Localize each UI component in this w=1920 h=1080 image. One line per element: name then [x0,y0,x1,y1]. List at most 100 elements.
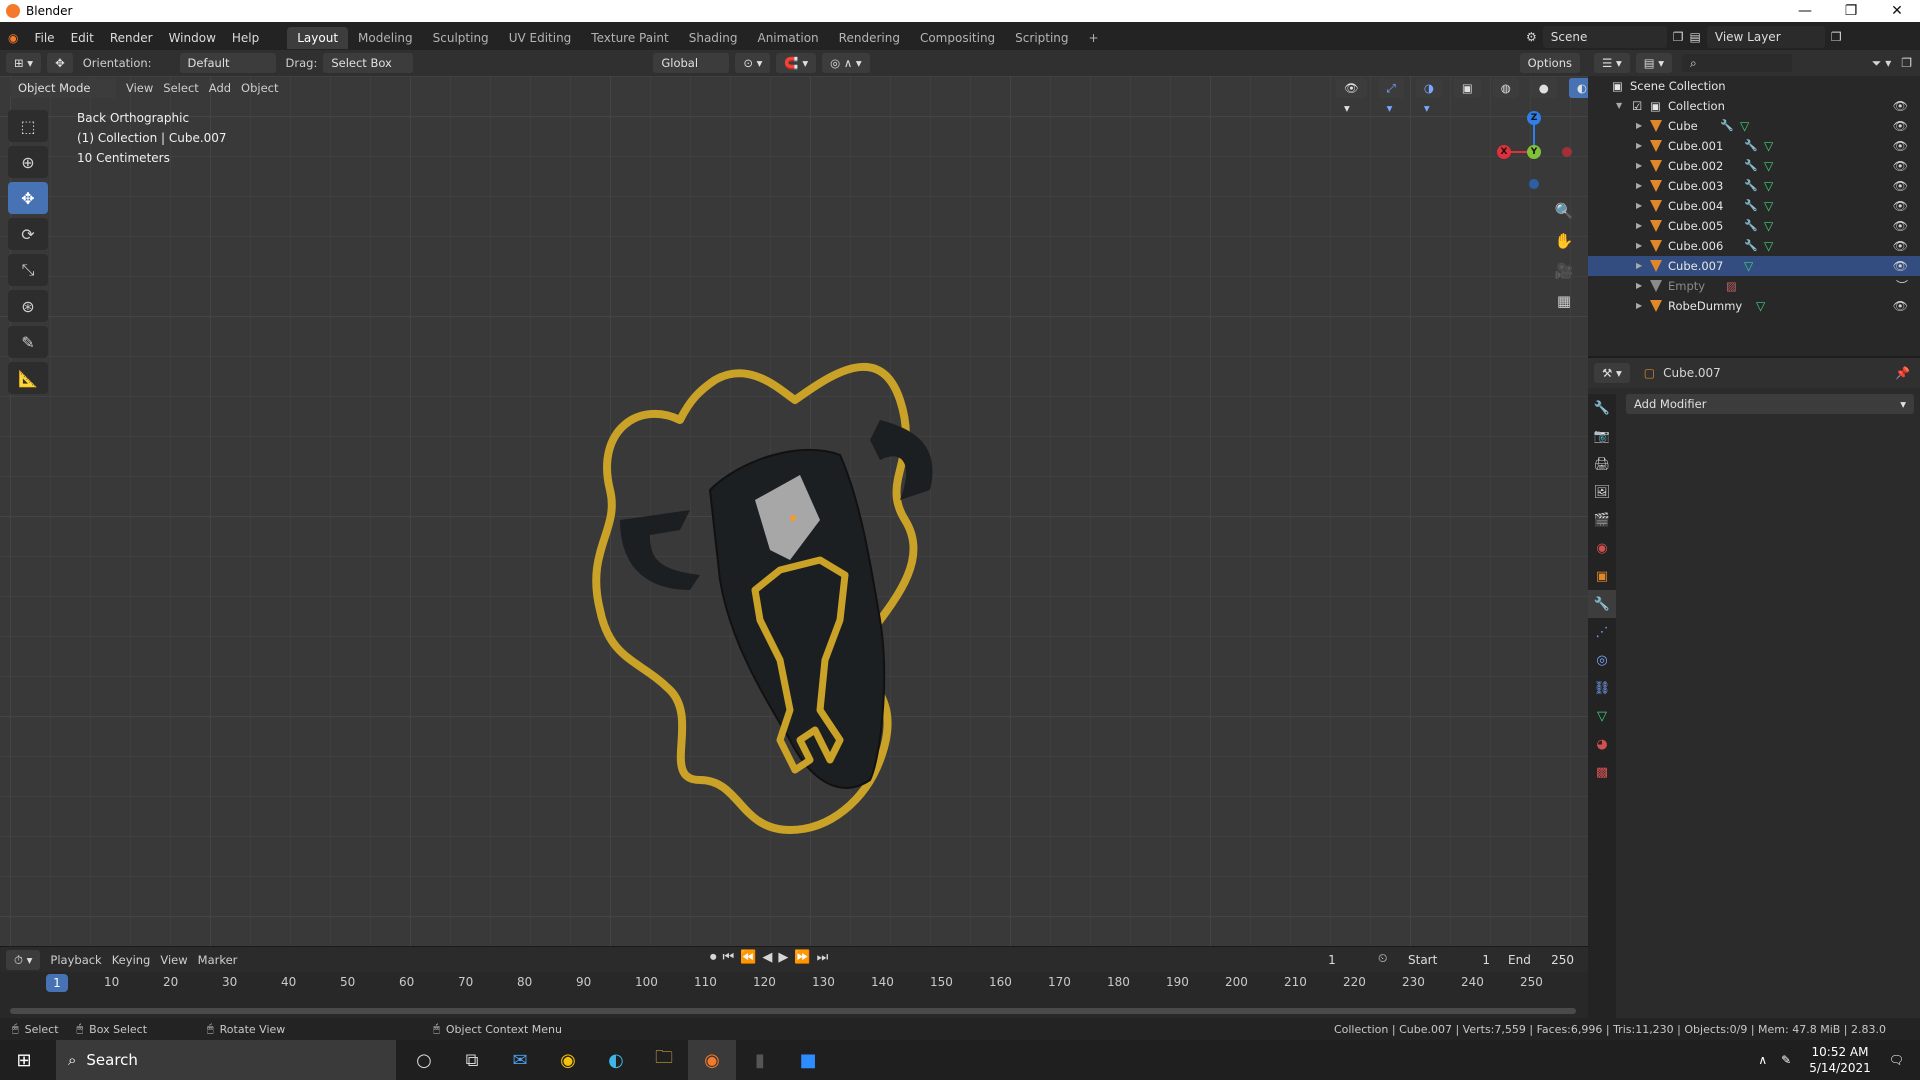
display-mode-icon[interactable]: ▤ ▾ [1635,53,1673,73]
mesh-data-icon[interactable]: ▽ [1764,236,1773,256]
mesh-data-icon[interactable]: ▽ [1764,216,1773,236]
menu-timeline-view[interactable]: View [160,953,187,967]
tool-tab-icon[interactable]: 🔧 [1588,394,1616,422]
rotate-tool-icon[interactable]: ⟳ [8,218,48,250]
gizmo-neg-x-axis[interactable] [1562,147,1572,157]
add-modifier-dropdown[interactable]: Add Modifier ▾ [1626,394,1914,414]
navigation-gizmo[interactable]: Z Y X [1486,108,1572,189]
overlay-toggle-icon[interactable]: ◑ ▾ [1415,78,1442,115]
annotate-tool-icon[interactable]: ✎ [8,326,48,358]
ortho-grid-icon[interactable]: ▦ [1552,286,1576,316]
outliner-item[interactable]: ▶ Cube.001 🔧 ▽ 👁 [1588,136,1920,156]
pan-hand-icon[interactable]: ✋ [1552,226,1576,256]
scale-tool-icon[interactable]: ⤡ [8,254,48,286]
outliner-item[interactable]: ▶ Cube 🔧 ▽ 👁 [1588,116,1920,136]
particles-tab-icon[interactable]: ⋰ [1588,618,1616,646]
chrome-icon[interactable]: ◉ [544,1040,592,1080]
modifier-icon[interactable]: 🔧 [1744,236,1758,256]
add-workspace-button[interactable]: + [1079,27,1109,49]
data-tab-icon[interactable]: ▽ [1588,702,1616,730]
expand-item-icon[interactable]: ▶ [1636,256,1642,276]
play-reverse-icon[interactable]: ◀ [762,950,772,965]
tab-shading[interactable]: Shading [679,27,748,49]
outliner-editor-type-icon[interactable]: ☰ ▾ [1594,53,1630,73]
render-tab-icon[interactable]: 📷 [1588,422,1616,450]
scene-icon[interactable]: ⚙ [1526,30,1537,44]
mesh-data-icon[interactable]: ▽ [1764,196,1773,216]
edge-icon[interactable]: ◐ [592,1040,640,1080]
outliner-item[interactable]: ▶ RobeDummy ▽ 👁 [1588,296,1920,316]
outliner-item[interactable]: ▶ Cube.004 🔧 ▽ 👁 [1588,196,1920,216]
current-frame-marker[interactable]: 1 [46,974,68,992]
world-tab-icon[interactable]: ◉ [1588,534,1616,562]
mesh-data-icon[interactable]: ▽ [1740,116,1749,136]
taskbar-date[interactable]: 5/14/2021 [1809,1060,1871,1076]
visibility-eye-icon[interactable]: 👁 [1893,216,1908,236]
zoom-app-icon[interactable]: ■ [784,1040,832,1080]
move-tool-icon[interactable]: ✥ [8,182,48,214]
menu-render[interactable]: Render [102,27,161,49]
transform-pivot-icon[interactable]: ✥ [47,53,73,73]
visibility-eye-icon[interactable]: 👁 [1893,256,1908,276]
mesh-data-icon[interactable]: ▽ [1764,156,1773,176]
record-icon[interactable]: ⏺ [710,950,717,965]
texture-tab-icon[interactable]: ▩ [1588,758,1616,786]
taskbar-time[interactable]: 10:52 AM [1809,1044,1871,1060]
cortana-icon[interactable]: ○ [400,1040,448,1080]
jump-start-icon[interactable]: ⏮ [723,950,735,965]
expand-item-icon[interactable]: ▶ [1636,156,1642,176]
snap-icon[interactable]: 🧲 ▾ [776,53,817,73]
expand-item-icon[interactable]: ▶ [1636,296,1642,316]
tab-scripting[interactable]: Scripting [1005,27,1078,49]
empty-image-icon[interactable]: ▨ [1726,276,1737,296]
menu-playback[interactable]: Playback [50,953,101,967]
outliner-item[interactable]: ▶ Empty ▨ ︶ [1588,276,1920,296]
menu-select[interactable]: Select [163,81,198,95]
modifier-icon[interactable]: 🔧 [1744,176,1758,196]
menu-keying[interactable]: Keying [112,953,151,967]
camera-view-icon[interactable]: 🎥 [1552,256,1576,286]
windows-start-icon[interactable]: ⊞ [0,1040,48,1080]
tab-rendering[interactable]: Rendering [829,27,910,49]
visibility-eye-icon[interactable]: 👁 [1893,176,1908,196]
close-button[interactable]: ✕ [1874,0,1920,22]
mesh-data-icon[interactable]: ▽ [1744,256,1753,276]
menu-window[interactable]: Window [161,27,224,49]
options-dropdown[interactable]: Options [1519,53,1580,73]
outliner-item[interactable]: ▶ Cube.002 🔧 ▽ 👁 [1588,156,1920,176]
outliner-item[interactable]: ▶ Cube.006 🔧 ▽ 👁 [1588,236,1920,256]
filter-icon[interactable]: ⏷ ▾ [1872,56,1891,71]
next-keyframe-icon[interactable]: ⏩ [794,950,810,965]
hidden-eye-icon[interactable]: ︶ [1896,276,1908,296]
expand-collection-icon[interactable]: ▼ [1616,96,1622,116]
measure-tool-icon[interactable]: 📐 [8,362,48,394]
view-layer-field[interactable]: View Layer [1706,26,1825,48]
menu-edit[interactable]: Edit [63,27,102,49]
menu-file[interactable]: File [26,27,62,49]
wireframe-shading-icon[interactable]: ◍ [1492,78,1519,98]
outliner-item[interactable]: ▶ Cube.005 🔧 ▽ 👁 [1588,216,1920,236]
jump-end-icon[interactable]: ⏭ [817,950,829,965]
expand-item-icon[interactable]: ▶ [1636,136,1642,156]
pen-icon[interactable]: ✎ [1781,1053,1791,1067]
zoom-icon[interactable]: 🔍 [1552,196,1576,226]
start-frame-field[interactable]: Start 1 [1400,949,1498,971]
prev-keyframe-icon[interactable]: ⏪ [740,950,756,965]
new-scene-icon[interactable]: ❐ [1673,30,1684,44]
gizmo-z-axis[interactable]: Z [1527,111,1541,125]
constraints-tab-icon[interactable]: ⛓ [1588,674,1616,702]
mesh-data-icon[interactable]: ▽ [1764,136,1773,156]
play-icon[interactable]: ▶ [778,950,788,965]
mail-icon[interactable]: ✉ [496,1040,544,1080]
new-view-layer-icon[interactable]: ❐ [1831,30,1842,44]
collection-checkbox[interactable]: ☑ [1632,96,1642,116]
select-box-tool-icon[interactable]: ⬚ [8,110,48,142]
properties-editor-type-icon[interactable]: ⚒ ▾ [1594,363,1630,383]
menu-marker[interactable]: Marker [198,953,238,967]
visibility-eye-icon[interactable]: 👁 [1893,236,1908,256]
maximize-button[interactable]: ❐ [1828,0,1874,22]
tab-animation[interactable]: Animation [747,27,828,49]
modifier-icon[interactable]: 🔧 [1744,216,1758,236]
expand-item-icon[interactable]: ▶ [1636,276,1642,296]
mesh-data-icon[interactable]: ▽ [1764,176,1773,196]
